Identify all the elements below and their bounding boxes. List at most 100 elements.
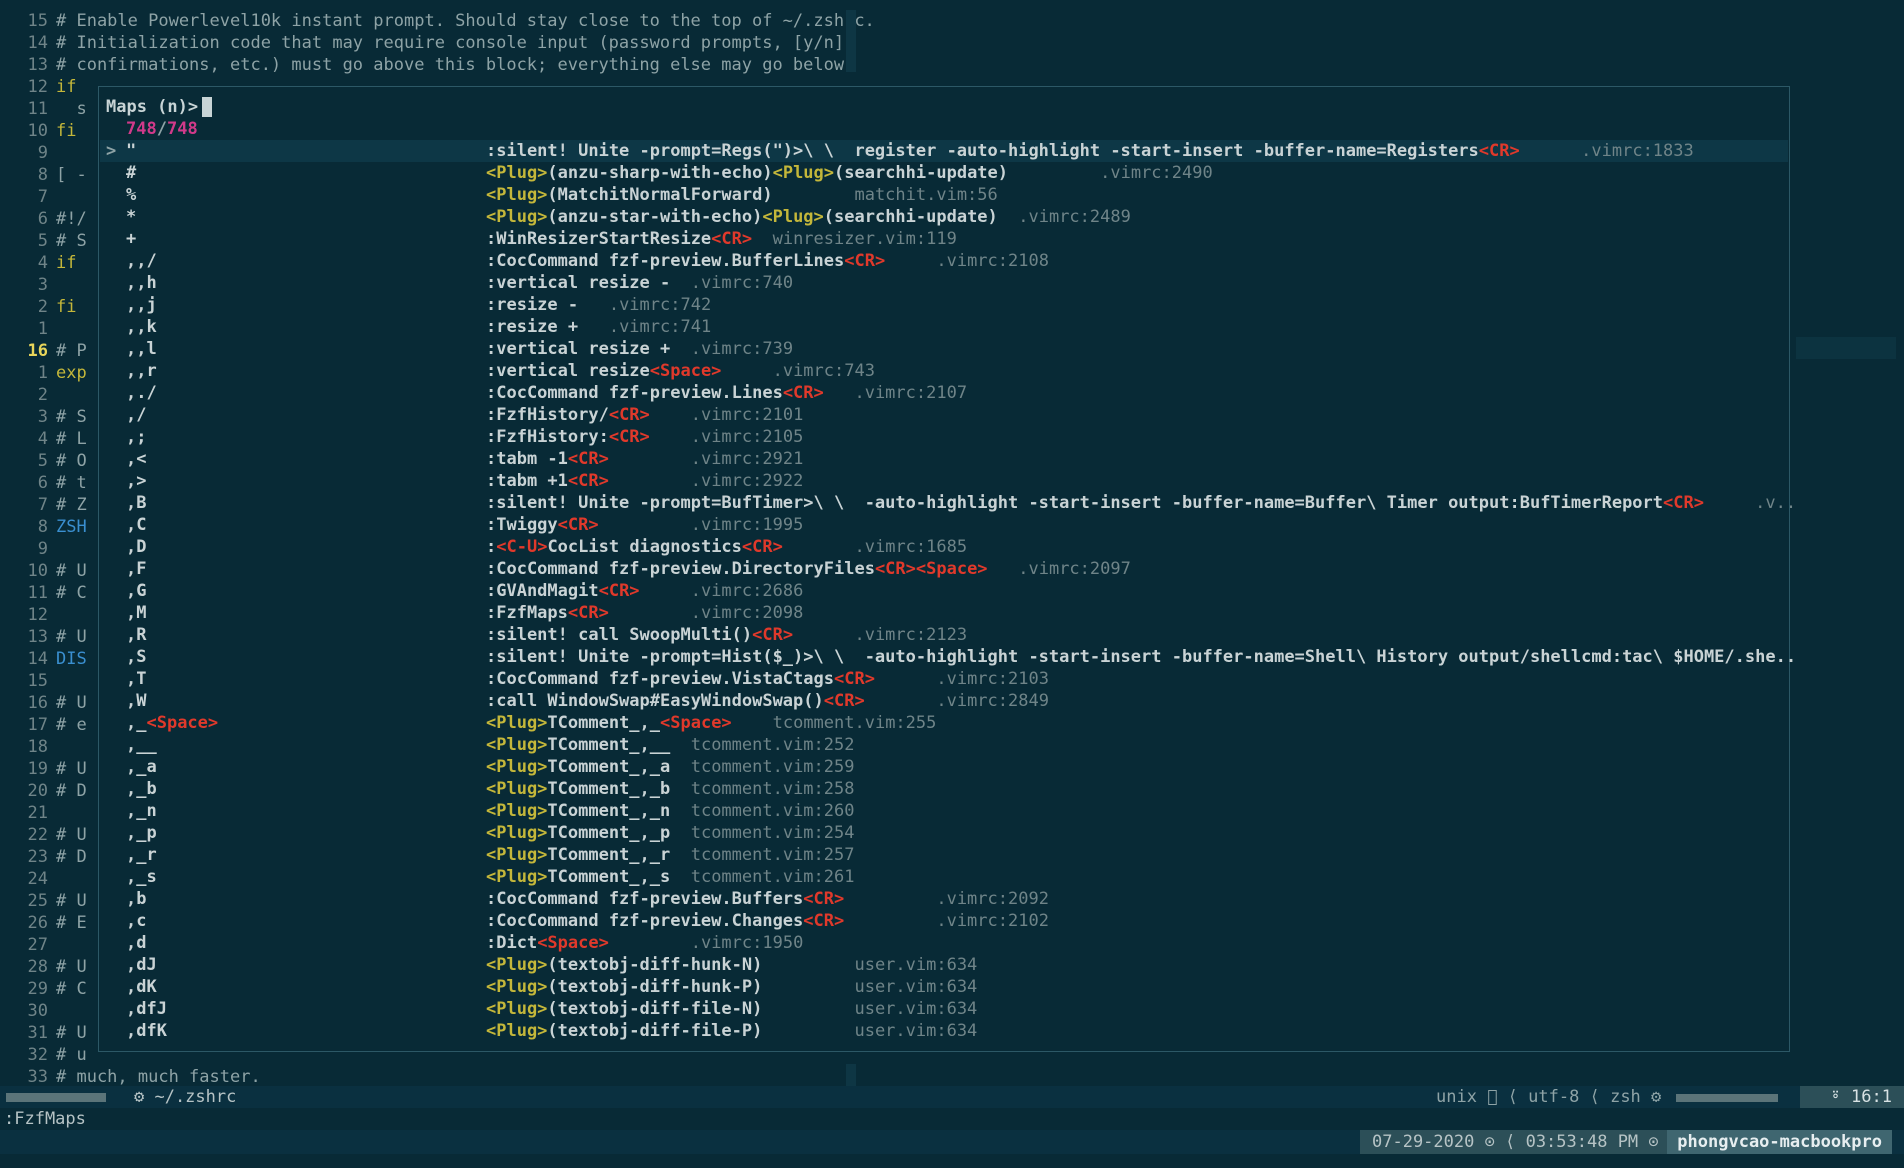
cursorline-highlight [1796, 337, 1896, 359]
line-text: # C [56, 979, 87, 999]
mapping-command: :resize + .vimrc:741 [486, 317, 712, 337]
mapping-command: :CocCommand fzf-preview.Buffers<CR> .vim… [486, 889, 1049, 909]
line-number: 13 [27, 55, 48, 75]
mapping-source: user.vim:634 [762, 999, 978, 1019]
mapping-command: :Dict<Space> .vimrc:1950 [486, 933, 804, 953]
statusline-fileformat: unix  ⟨ utf-8 ⟨ zsh ⚙ [1436, 1086, 1661, 1108]
mapping-key: ,< [126, 449, 147, 469]
mapping-key: % [126, 185, 137, 205]
line-text: # D [56, 781, 87, 801]
mapping-key: ,R [126, 625, 147, 645]
selection-marker: > [106, 141, 117, 161]
line-text: # E [56, 913, 87, 933]
line-number: 16 [27, 341, 48, 361]
mapping-source: tcomment.vim:257 [670, 845, 855, 865]
line-number: 6 [37, 473, 48, 493]
mapping-command: :tabm -1<CR> .vimrc:2921 [486, 449, 804, 469]
clock-icon: ⊙ [1484, 1132, 1495, 1152]
mapping-key: ,,l [126, 339, 157, 359]
line-text: # U [56, 561, 87, 581]
mapping-command: :FzfHistory:<CR> .vimrc:2105 [486, 427, 804, 447]
cursor-position: ⍤ 16:1 [1800, 1086, 1904, 1108]
line-text: #!/ [56, 209, 87, 229]
mapping-key: ,dK [126, 977, 157, 997]
line-number: 4 [37, 429, 48, 449]
vertical-split-divider[interactable] [846, 10, 856, 72]
command-line[interactable]: :FzfMaps [4, 1108, 86, 1130]
mapping-command: <Plug>TComment_,_s tcomment.vim:261 [486, 867, 855, 887]
mapping-command: :resize - .vimrc:742 [486, 295, 712, 315]
mapping-key: ,G [126, 581, 147, 601]
mapping-source: .vimrc:743 [721, 361, 875, 381]
line-number: 3 [37, 407, 48, 427]
mapping-source: .vimrc:2921 [608, 449, 804, 469]
mapping-source: .vimrc:2092 [844, 889, 1049, 909]
mapping-source: .vimrc:2490 [1008, 163, 1213, 183]
mapping-command: <Plug>TComment_,_<Space> tcomment.vim:25… [486, 713, 937, 733]
line-number: 20 [27, 781, 48, 801]
vertical-split-divider[interactable] [846, 1064, 856, 1086]
line-text: # U [56, 627, 87, 647]
mapping-source: .vimrc:2098 [608, 603, 804, 623]
line-text: # Z [56, 495, 87, 515]
line-number: 21 [27, 803, 48, 823]
tmux-hostname: phongvcao-macbookpro [1667, 1130, 1892, 1154]
gear-icon: ⚙ [1651, 1087, 1661, 1107]
mapping-source: .vimrc:2107 [823, 383, 968, 403]
mapping-command: <Plug>(anzu-star-with-echo)<Plug>(search… [486, 207, 1131, 227]
line-text: exp [56, 363, 87, 383]
fzf-prompt-label: Maps (n)> [106, 97, 199, 117]
mapping-source: .vimrc:739 [670, 339, 794, 359]
line-number: 24 [27, 869, 48, 889]
mapping-command: :call WindowSwap#EasyWindowSwap()<CR> .v… [486, 691, 1049, 711]
file-percent-bar [1676, 1094, 1778, 1102]
mapping-command: <Plug>TComment_,_a tcomment.vim:259 [486, 757, 855, 777]
mapping-command: :vertical resize - .vimrc:740 [486, 273, 794, 293]
mapping-source: matchit.vim:56 [772, 185, 998, 205]
mapping-key: ,dJ [126, 955, 157, 975]
line-number: 19 [27, 759, 48, 779]
mapping-source: tcomment.vim:261 [670, 867, 855, 887]
line-number: 15 [27, 11, 48, 31]
line-number: 7 [37, 187, 48, 207]
line-number-icon: ⍤ [1830, 1087, 1841, 1107]
mapping-source: winresizer.vim:119 [752, 229, 957, 249]
line-number: 5 [37, 451, 48, 471]
line-text: # P [56, 341, 87, 361]
fzf-prompt[interactable]: Maps (n)> [106, 96, 213, 118]
mapping-source: user.vim:634 [762, 955, 978, 975]
line-text: # U [56, 693, 87, 713]
mapping-source: .vimrc:2102 [844, 911, 1049, 931]
mapping-source: .vimrc:1950 [608, 933, 804, 953]
mapping-source: .vimrc:2097 [987, 559, 1131, 579]
line-number: 3 [37, 275, 48, 295]
line-number: 16 [27, 693, 48, 713]
line-text: # S [56, 231, 87, 251]
line-text: # D [56, 847, 87, 867]
mapping-command: :FzfHistory/<CR> .vimrc:2101 [486, 405, 804, 425]
mapping-source: tcomment.vim:255 [731, 713, 937, 733]
line-number: 9 [37, 143, 48, 163]
line-number: 12 [27, 605, 48, 625]
mapping-command: :vertical resize<Space> .vimrc:743 [486, 361, 875, 381]
line-number: 11 [27, 583, 48, 603]
mapping-command: <Plug>(textobj-diff-hunk-P) user.vim:634 [486, 977, 978, 997]
text-cursor [202, 97, 213, 117]
line-text: fi [56, 121, 77, 141]
line-number: 13 [27, 627, 48, 647]
tmux-datetime: 07-29-2020 ⊙ ⟨ 03:53:48 PM ⊙ [1360, 1130, 1671, 1154]
mapping-key: ,dfK [126, 1021, 167, 1041]
line-text: # t [56, 473, 87, 493]
mapping-source: user.vim:634 [762, 1021, 978, 1041]
line-text: # e [56, 715, 87, 735]
apple-icon:  [1487, 1087, 1497, 1107]
mapping-key: ,b [126, 889, 147, 909]
line-text: # u [56, 1045, 87, 1065]
mapping-source: .vimrc:2849 [864, 691, 1049, 711]
mapping-key: ,_b [126, 779, 157, 799]
line-number: 23 [27, 847, 48, 867]
mapping-key: ,F [126, 559, 147, 579]
line-text: # C [56, 583, 87, 603]
mapping-key: " [126, 141, 137, 161]
mapping-source: .vimrc:1685 [782, 537, 968, 557]
